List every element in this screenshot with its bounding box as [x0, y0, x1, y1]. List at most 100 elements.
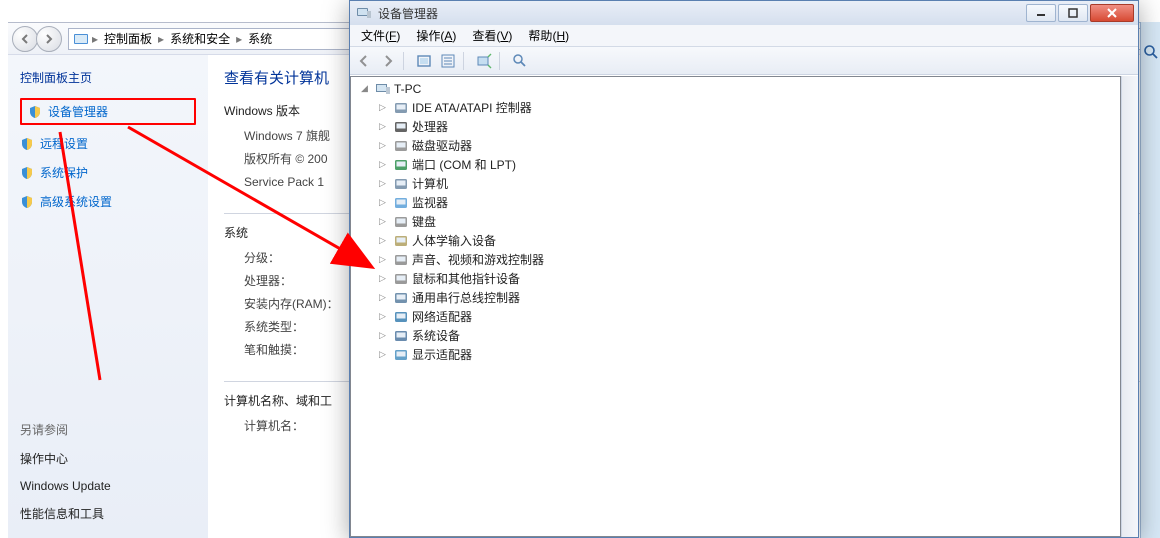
tree-node-label: 人体学输入设备: [412, 232, 496, 249]
tree-node-label: IDE ATA/ATAPI 控制器: [412, 99, 532, 116]
breadcrumb-sep: ▸: [92, 32, 98, 46]
see-also-link[interactable]: Windows Update: [20, 477, 196, 495]
see-also-link[interactable]: 操作中心: [20, 448, 196, 469]
tree-node-label: 磁盘驱动器: [412, 137, 472, 154]
tree-node-label: 键盘: [412, 213, 436, 230]
tree-node[interactable]: ▷ 人体学输入设备: [373, 231, 1120, 250]
tree-node[interactable]: ▷ IDE ATA/ATAPI 控制器: [373, 98, 1120, 117]
tree-node[interactable]: ▷显示适配器: [373, 345, 1120, 364]
maximize-button[interactable]: [1058, 4, 1088, 22]
dm-titlebar[interactable]: 设备管理器: [350, 1, 1138, 25]
device-category-icon: [393, 119, 409, 135]
tree-node-label: 监视器: [412, 194, 448, 211]
cp-sidebar: 控制面板主页 设备管理器 远程设置 系统保护: [8, 55, 208, 538]
tree-node[interactable]: ▷鼠标和其他指针设备: [373, 269, 1120, 288]
sidebar-link-advanced[interactable]: 高级系统设置: [20, 191, 196, 212]
menu-view[interactable]: 查看(V): [465, 26, 519, 45]
toolbar-sep: [463, 52, 469, 70]
computer-icon: [375, 81, 391, 97]
tree-node[interactable]: ▷网络适配器: [373, 307, 1120, 326]
see-also-link[interactable]: 性能信息和工具: [20, 503, 196, 524]
menu-help[interactable]: 帮助(H): [521, 26, 576, 45]
sidebar-link-label: 设备管理器: [48, 103, 108, 120]
tree-root-node[interactable]: ◢ T-PC: [355, 79, 1120, 98]
right-search-strip: [1140, 22, 1160, 538]
expand-icon[interactable]: ▷: [377, 235, 388, 246]
expand-icon[interactable]: ▷: [377, 159, 388, 170]
tool-show-hidden[interactable]: [412, 50, 436, 72]
tree-node[interactable]: ▷ 监视器: [373, 193, 1120, 212]
device-category-icon: [393, 138, 409, 154]
expand-icon[interactable]: ▷: [377, 292, 388, 303]
dm-menubar: 文件(F) 操作(A) 查看(V) 帮助(H): [350, 25, 1138, 47]
sidebar-link-device-manager[interactable]: 设备管理器: [20, 98, 196, 125]
device-manager-window: 设备管理器 文件(F) 操作(A) 查看(V) 帮助(H) ◢: [349, 0, 1139, 538]
close-button[interactable]: [1090, 4, 1134, 22]
tree-node[interactable]: ▷声音、视频和游戏控制器: [373, 250, 1120, 269]
nav-forward-button[interactable]: [36, 26, 62, 52]
device-category-icon: [393, 290, 409, 306]
tree-node[interactable]: ▷系统设备: [373, 326, 1120, 345]
device-manager-icon: [356, 5, 372, 21]
expand-icon[interactable]: ▷: [377, 178, 388, 189]
breadcrumb-item[interactable]: 系统: [245, 30, 275, 47]
tree-node[interactable]: ▷端口 (COM 和 LPT): [373, 155, 1120, 174]
expand-icon[interactable]: ▷: [377, 330, 388, 341]
tree-node[interactable]: ▷通用串行总线控制器: [373, 288, 1120, 307]
tool-scan[interactable]: [472, 50, 496, 72]
tree-node[interactable]: ▷ 计算机: [373, 174, 1120, 193]
window-buttons: [1024, 4, 1134, 22]
sidebar-link-protection[interactable]: 系统保护: [20, 162, 196, 183]
expand-icon[interactable]: ▷: [377, 273, 388, 284]
shield-icon: [20, 166, 34, 180]
device-category-icon: [393, 214, 409, 230]
expand-icon[interactable]: ▷: [377, 102, 388, 113]
expand-icon[interactable]: ▷: [377, 311, 388, 322]
breadcrumb-item[interactable]: 控制面板: [101, 30, 155, 47]
tree-node[interactable]: ▷ 键盘: [373, 212, 1120, 231]
device-category-icon: [393, 271, 409, 287]
menu-action[interactable]: 操作(A): [409, 26, 463, 45]
breadcrumb-item[interactable]: 系统和安全: [167, 30, 233, 47]
minimize-button[interactable]: [1026, 4, 1056, 22]
tool-forward[interactable]: [376, 50, 400, 72]
tree-node[interactable]: ▷ 处理器: [373, 117, 1120, 136]
tree-node-label: 计算机: [412, 175, 448, 192]
device-category-icon: [393, 157, 409, 173]
vertical-scrollbar[interactable]: [1121, 76, 1138, 537]
menu-file[interactable]: 文件(F): [354, 26, 407, 45]
tool-help[interactable]: [508, 50, 532, 72]
expand-icon[interactable]: ▷: [377, 216, 388, 227]
cp-home-link[interactable]: 控制面板主页: [20, 69, 196, 86]
collapse-icon[interactable]: ◢: [359, 83, 370, 94]
tree-node[interactable]: ▷ 磁盘驱动器: [373, 136, 1120, 155]
expand-icon[interactable]: ▷: [377, 197, 388, 208]
device-tree[interactable]: ◢ T-PC ▷ IDE ATA/ATAPI 控制器 ▷ 处理器 ▷ 磁盘驱动器▷端口 (…: [350, 76, 1121, 537]
toolbar-sep: [499, 52, 505, 70]
expand-icon[interactable]: ▷: [377, 349, 388, 360]
device-category-icon: [393, 233, 409, 249]
shield-icon: [28, 105, 42, 119]
tree-node-label: 处理器: [412, 118, 448, 135]
tool-back[interactable]: [352, 50, 376, 72]
breadcrumb-sep: ▸: [158, 32, 164, 46]
dm-content: ◢ T-PC ▷ IDE ATA/ATAPI 控制器 ▷ 处理器 ▷ 磁盘驱动器▷端口 (…: [350, 75, 1138, 537]
expand-icon[interactable]: ▷: [377, 254, 388, 265]
tool-properties[interactable]: [436, 50, 460, 72]
nav-arrows: [12, 26, 62, 52]
nav-back-button[interactable]: [12, 26, 38, 52]
expand-icon[interactable]: ▷: [377, 121, 388, 132]
see-also-title: 另请参阅: [20, 421, 196, 438]
device-category-icon: [393, 176, 409, 192]
sidebar-link-label: 远程设置: [40, 135, 88, 152]
tree-node-label: T-PC: [394, 82, 421, 96]
dm-title-text: 设备管理器: [378, 5, 1018, 22]
sidebar-link-label: 系统保护: [40, 164, 88, 181]
shield-icon: [20, 137, 34, 151]
control-panel-icon: [73, 31, 89, 47]
expand-icon[interactable]: ▷: [377, 140, 388, 151]
device-category-icon: [393, 195, 409, 211]
dm-toolbar: [350, 47, 1138, 75]
search-icon[interactable]: [1143, 44, 1159, 63]
sidebar-link-remote[interactable]: 远程设置: [20, 133, 196, 154]
